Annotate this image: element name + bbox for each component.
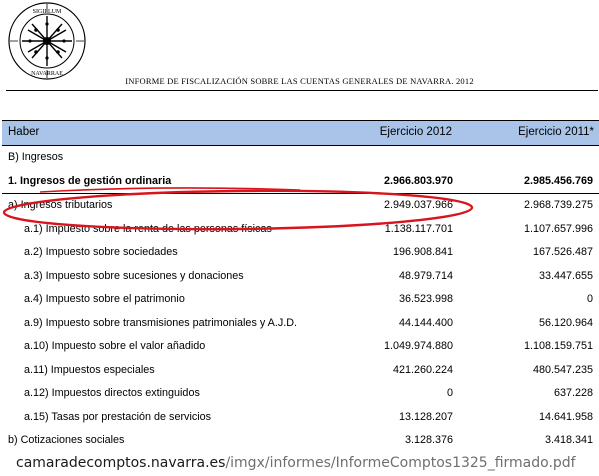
value-2012: 13.128.207 bbox=[398, 410, 453, 423]
value-2011: 480.547.235 bbox=[532, 363, 593, 376]
row-label: a.3) Impuesto sobre sucesiones y donacio… bbox=[24, 269, 244, 282]
table-row: B) Ingresos bbox=[2, 146, 599, 170]
source-path: /imgx/informes/InformeComptos1325_firmad… bbox=[225, 455, 576, 471]
value-2012: 3.128.376 bbox=[404, 434, 453, 446]
table-row: a.4) Impuesto sobre el patrimonio 36.523… bbox=[2, 288, 599, 312]
table-row: a.2) Impuesto sobre sociedades 196.908.8… bbox=[2, 241, 599, 265]
navarra-seal-logo: SIGILLUM NAVARRAE bbox=[8, 2, 86, 80]
row-label: a.9) Impuesto sobre transmisiones patrim… bbox=[24, 316, 298, 329]
table-row: a.1) Impuesto sobre la renta de las pers… bbox=[2, 218, 599, 242]
value-2011: 14.641.958 bbox=[538, 410, 593, 423]
value-2012: 36.523.998 bbox=[398, 293, 453, 305]
value-2011: 2.985.456.769 bbox=[523, 174, 593, 187]
source-domain: camaradecomptos.navarra.es bbox=[16, 455, 226, 471]
row-label: a.10) Impuesto sobre el valor añadido bbox=[24, 340, 206, 352]
source-url[interactable]: camaradecomptos.navarra.es/imgx/informes… bbox=[16, 455, 576, 471]
value-2011: 0 bbox=[586, 293, 593, 305]
value-2011: 2.968.739.275 bbox=[523, 199, 593, 211]
value-2011: 637.228 bbox=[553, 387, 593, 399]
table-row: 1. Ingresos de gestión ordinaria 2.966.8… bbox=[2, 170, 599, 194]
table-row: a.3) Impuesto sobre sucesiones y donacio… bbox=[2, 265, 599, 289]
row-label: a) Ingresos tributarios bbox=[8, 199, 113, 211]
row-label: a.15) Tasas por prestación de servicios bbox=[24, 410, 212, 423]
value-2012: 1.138.117.701 bbox=[384, 222, 453, 235]
value-2012: 2.949.037.966 bbox=[383, 199, 453, 211]
column-header-2012: Ejercicio 2012 bbox=[379, 126, 452, 138]
value-2011: 33.447.655 bbox=[538, 269, 593, 282]
value-2012: 0 bbox=[446, 387, 453, 399]
table-row: a.10) Impuesto sobre el valor añadido 1.… bbox=[2, 335, 599, 359]
value-2011: 167.526.487 bbox=[532, 246, 593, 258]
report-title: INFORME DE FISCALIZACIÓN SOBRE LAS CUENT… bbox=[125, 76, 474, 86]
table-header: Haber Ejercicio 2012 Ejercicio 2011* bbox=[2, 120, 599, 146]
haber-table: Haber Ejercicio 2012 Ejercicio 2011* B) … bbox=[2, 120, 599, 453]
value-2012: 1.049.974.880 bbox=[383, 340, 453, 352]
row-label: b) Cotizaciones sociales bbox=[8, 434, 125, 446]
row-label: a.11) Impuestos especiales bbox=[24, 363, 155, 376]
table-row: a.12) Impuestos directos extinguidos 0 6… bbox=[2, 382, 599, 406]
value-2011: 3.418.341 bbox=[544, 434, 593, 446]
row-label: a.12) Impuestos directos extinguidos bbox=[24, 387, 200, 399]
value-2011: 1.107.657.996 bbox=[523, 222, 593, 235]
table-row: a.15) Tasas por prestación de servicios … bbox=[2, 406, 599, 430]
row-label: 1. Ingresos de gestión ordinaria bbox=[8, 174, 172, 187]
table-row: a) Ingresos tributarios 2.949.037.966 2.… bbox=[2, 194, 599, 218]
header-divider bbox=[6, 90, 598, 91]
value-2012: 2.966.803.970 bbox=[383, 174, 453, 187]
table-row: a.9) Impuesto sobre transmisiones patrim… bbox=[2, 312, 599, 336]
row-label: a.2) Impuesto sobre sociedades bbox=[24, 246, 178, 258]
row-label: a.4) Impuesto sobre el patrimonio bbox=[24, 293, 185, 305]
row-label: a.1) Impuesto sobre la renta de las pers… bbox=[24, 222, 272, 235]
value-2011: 1.108.159.751 bbox=[523, 340, 593, 352]
table-row: a.11) Impuestos especiales 421.260.224 4… bbox=[2, 359, 599, 383]
row-label: B) Ingresos bbox=[8, 151, 64, 163]
value-2012: 196.908.841 bbox=[392, 246, 453, 258]
value-2012: 421.260.224 bbox=[392, 363, 453, 376]
svg-text:SIGILLUM: SIGILLUM bbox=[33, 9, 62, 15]
value-2012: 44.144.400 bbox=[398, 316, 453, 329]
value-2011: 56.120.964 bbox=[538, 316, 593, 329]
column-header-2011: Ejercicio 2011* bbox=[518, 126, 594, 138]
value-2012: 48.979.714 bbox=[398, 269, 453, 282]
column-header-haber: Haber bbox=[8, 126, 40, 138]
table-row: b) Cotizaciones sociales 3.128.376 3.418… bbox=[2, 429, 599, 453]
